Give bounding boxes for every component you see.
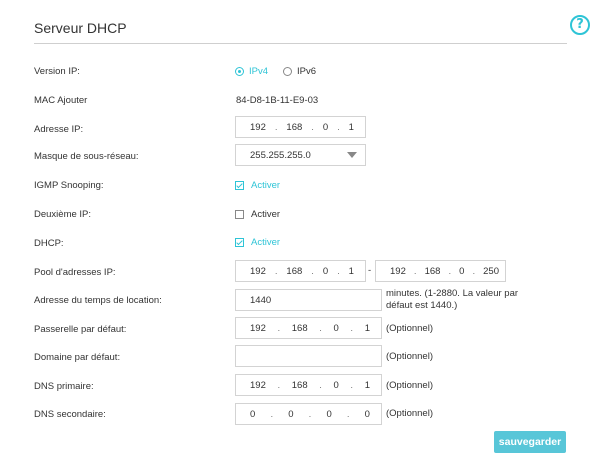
dhcp-checkbox[interactable] bbox=[235, 238, 244, 247]
ip-octet: 168 bbox=[291, 379, 308, 391]
ip-octet: 168 bbox=[424, 265, 441, 277]
ip-octet: 192 bbox=[250, 265, 266, 277]
gateway-label: Passerelle par défaut: bbox=[34, 324, 127, 335]
ip-octet: 192 bbox=[250, 322, 266, 334]
title-divider bbox=[34, 43, 567, 44]
pool-end-input[interactable]: 192. 168. 0. 250 bbox=[375, 260, 506, 282]
version-ip-label: Version IP: bbox=[34, 66, 80, 77]
mac-label: MAC Ajouter bbox=[34, 95, 88, 106]
dhcp-option-label: Activer bbox=[251, 237, 281, 248]
dns2-label: DNS secondaire: bbox=[34, 409, 106, 420]
ip-octet: 0 bbox=[459, 265, 465, 277]
second-ip-checkbox[interactable] bbox=[235, 210, 244, 219]
second-ip-label: Deuxième IP: bbox=[34, 209, 92, 220]
ip-octet: 1 bbox=[348, 265, 354, 277]
lease-note-line: défaut est 1440.) bbox=[386, 300, 458, 311]
ip-octet: 192 bbox=[390, 265, 406, 277]
ip-octet: 0 bbox=[333, 379, 339, 391]
lease-label: Adresse du temps de location: bbox=[34, 295, 162, 306]
chevron-down-icon bbox=[347, 152, 357, 158]
igmp-checkbox-row[interactable]: Activer bbox=[235, 180, 280, 191]
ip-octet: 0 bbox=[288, 408, 294, 420]
domain-optional-note: (Optionnel) bbox=[386, 351, 433, 362]
igmp-checkbox[interactable] bbox=[235, 181, 244, 190]
ip-octet: 0 bbox=[364, 408, 370, 420]
ip-octet: 0 bbox=[326, 408, 332, 420]
mac-value: 84-D8-1B-11-E9-03 bbox=[236, 95, 319, 106]
lease-note: minutes. (1-2880. La valeur par défaut e… bbox=[386, 288, 518, 312]
lease-time-input[interactable]: 1440 bbox=[235, 289, 382, 311]
dhcp-label: DHCP: bbox=[34, 238, 64, 249]
domain-label: Domaine par défaut: bbox=[34, 352, 121, 363]
ip-octet: 192 bbox=[250, 121, 266, 133]
ip-octet: 168 bbox=[291, 322, 308, 334]
ip-octet: 0 bbox=[322, 265, 329, 277]
second-ip-option-label: Activer bbox=[251, 209, 281, 220]
ip-address-label: Adresse IP: bbox=[34, 124, 84, 135]
dhcp-checkbox-row[interactable]: Activer bbox=[235, 237, 280, 248]
ipv6-label: IPv6 bbox=[297, 66, 317, 77]
version-ip-radio-group: IPv4 IPv6 bbox=[235, 66, 316, 77]
igmp-label: IGMP Snooping: bbox=[34, 180, 104, 191]
ip-octet: 1 bbox=[348, 121, 354, 133]
subnet-label: Masque de sous-réseau: bbox=[34, 151, 139, 162]
dns1-input[interactable]: 192. 168. 0. 1 bbox=[235, 374, 382, 396]
dns1-label: DNS primaire: bbox=[34, 381, 94, 392]
page-title: Serveur DHCP bbox=[34, 20, 127, 36]
second-ip-checkbox-row[interactable]: Activer bbox=[235, 209, 280, 220]
lease-note-line: minutes. (1-2880. La valeur par bbox=[386, 288, 519, 299]
ip-octet: 0 bbox=[322, 121, 329, 133]
ip-octet: 168 bbox=[286, 121, 303, 133]
ipv4-label: IPv4 bbox=[249, 66, 269, 77]
dns2-optional-note: (Optionnel) bbox=[386, 408, 433, 419]
ip-octet: 192 bbox=[250, 379, 266, 391]
ip-octet: 0 bbox=[250, 408, 256, 420]
ip-octet: 168 bbox=[286, 265, 303, 277]
subnet-select[interactable]: 255.255.255.0 bbox=[235, 144, 366, 166]
subnet-value: 255.255.255.0 bbox=[250, 149, 311, 161]
ip-octet: 1 bbox=[364, 379, 370, 391]
gateway-optional-note: (Optionnel) bbox=[386, 323, 433, 334]
save-button[interactable]: sauvegarder bbox=[494, 431, 566, 453]
igmp-option-label: Activer bbox=[251, 180, 281, 191]
domain-input[interactable] bbox=[235, 345, 382, 367]
ipv4-radio[interactable] bbox=[235, 67, 244, 76]
ip-octet: 1 bbox=[364, 322, 370, 334]
dns1-optional-note: (Optionnel) bbox=[386, 380, 433, 391]
pool-separator: - bbox=[368, 265, 372, 276]
dns2-input[interactable]: 0. 0. 0. 0 bbox=[235, 403, 382, 425]
ip-address-input[interactable]: 192. 168. 0. 1 bbox=[235, 116, 366, 138]
ipv6-radio[interactable] bbox=[283, 67, 293, 76]
lease-value: 1440 bbox=[250, 294, 272, 306]
help-icon[interactable]: ? bbox=[570, 15, 590, 35]
gateway-input[interactable]: 192. 168. 0. 1 bbox=[235, 317, 382, 339]
pool-label: Pool d'adresses IP: bbox=[34, 267, 116, 278]
ip-octet: 250 bbox=[483, 265, 499, 277]
ip-octet: 0 bbox=[333, 322, 339, 334]
pool-start-input[interactable]: 192. 168. 0. 1 bbox=[235, 260, 366, 282]
